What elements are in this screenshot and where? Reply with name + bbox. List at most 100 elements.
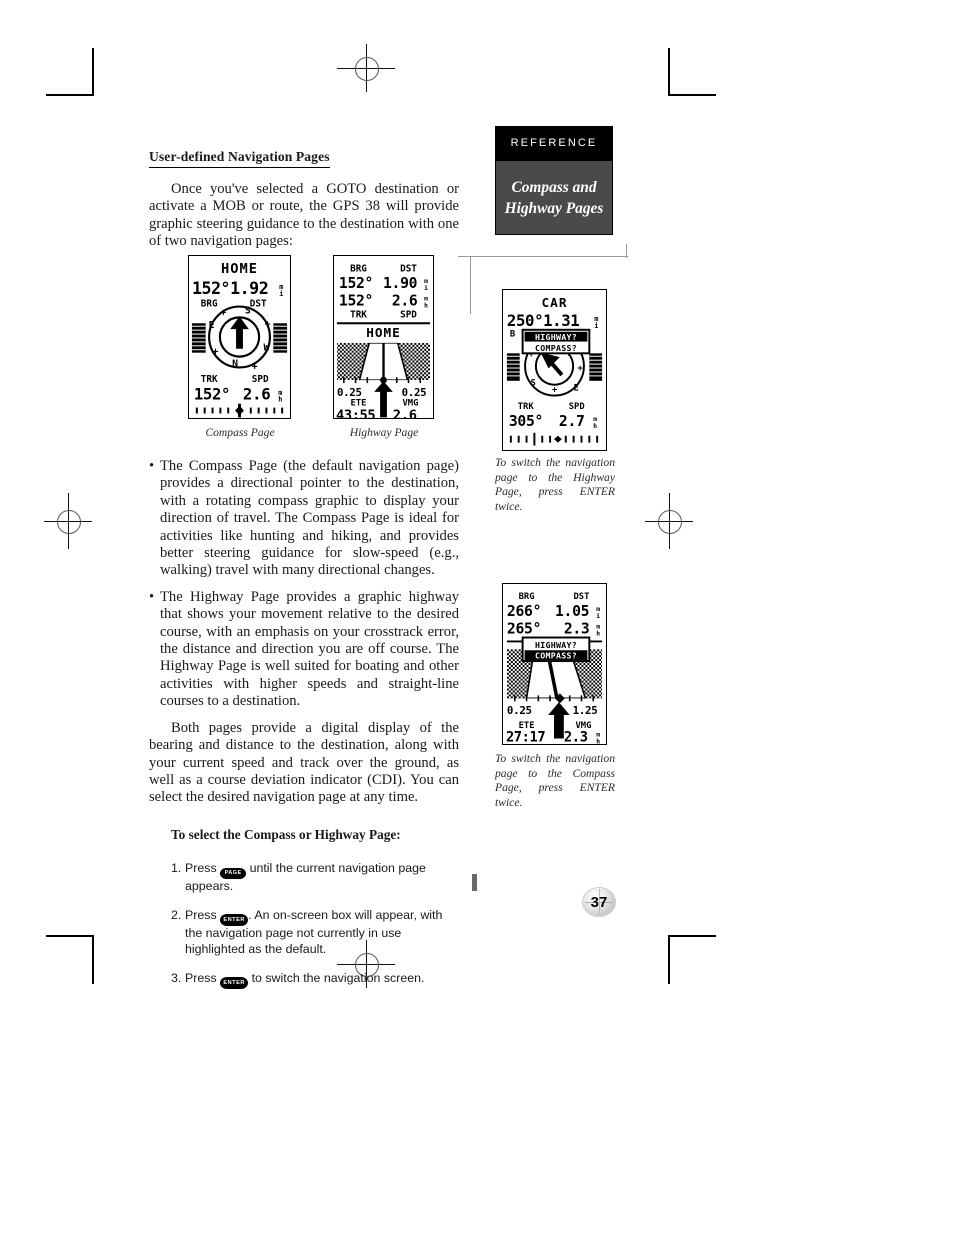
svg-text:2.3: 2.3 (564, 621, 590, 638)
svg-text:N: N (232, 358, 238, 369)
step-number: 3. (171, 971, 182, 986)
crop-mark-bottom-left-h (46, 935, 94, 937)
sidebar-highway-caption: To switch the navigation page to the Com… (495, 752, 615, 809)
sidebar-highway-lcd: BRG DST 266° 1.05 m i 265° 2.3 m h 0.25 … (506, 592, 603, 744)
svg-text:DST: DST (250, 299, 267, 310)
svg-text:SPD: SPD (252, 374, 269, 385)
registration-mark-left (44, 493, 92, 549)
svg-text:SPD: SPD (400, 309, 417, 320)
enter-key-icon[interactable]: ENTER (220, 977, 249, 990)
bullet-text: The Compass Page (the default navigation… (160, 458, 459, 579)
sidebar-compass-lcd: CAR 250°1.31 m i B N S E + (506, 296, 603, 446)
crop-mark-bottom-right-v (668, 936, 670, 984)
svg-text:S: S (245, 305, 251, 316)
bullet-icon: • (149, 588, 155, 605)
svg-text:DST: DST (400, 263, 417, 274)
svg-text:COMPASS?: COMPASS? (535, 343, 577, 353)
crop-mark-top-left-v (92, 48, 94, 96)
sidebar: REFERENCE Compass and Highway Pages (495, 126, 615, 235)
svg-text:0.25: 0.25 (507, 704, 532, 717)
procedure-steps: 1. Press PAGE until the current navigati… (149, 861, 459, 990)
list-item: • The Compass Page (the default navigati… (149, 458, 459, 580)
compass-page-lcd: HOME 152°1.92 m i BRG DST E N W S + + + … (191, 261, 288, 418)
svg-text:2.6: 2.6 (393, 407, 417, 418)
svg-text:h: h (596, 630, 600, 638)
svg-text:266°: 266° (507, 603, 541, 620)
svg-text:CAR: CAR (542, 296, 568, 311)
svg-text:W: W (264, 343, 270, 354)
svg-text:HIGHWAY?: HIGHWAY? (535, 332, 577, 342)
svg-text:DST: DST (574, 592, 590, 602)
svg-text:TRK: TRK (350, 309, 367, 320)
svg-text:305°: 305° (509, 413, 543, 430)
svg-text:B: B (510, 330, 515, 340)
crop-mark-bottom-left-v (92, 936, 94, 984)
procedure-heading: To select the Compass or Highway Page: (171, 826, 401, 842)
svg-text:BRG: BRG (519, 592, 535, 602)
svg-text:TRK: TRK (518, 402, 535, 412)
topic-title-line2: Highway Pages (504, 199, 604, 217)
crop-mark-top-left-h (46, 94, 94, 96)
svg-text:i: i (424, 284, 428, 292)
svg-text:i: i (596, 612, 600, 620)
closing-paragraph: Both pages provide a digital display of … (149, 719, 459, 806)
svg-text:+: + (265, 319, 271, 330)
svg-text:27:17: 27:17 (506, 729, 545, 744)
figure-sidebar-compass-screen: CAR 250°1.31 m i B N S E + (502, 289, 607, 451)
svg-text:2.7: 2.7 (559, 413, 585, 430)
step-press-label: Press (185, 860, 217, 875)
svg-text:SPD: SPD (569, 402, 585, 412)
sidebar-compass-caption: To switch the navigation page to the Hig… (495, 456, 615, 513)
svg-text:+: + (220, 307, 226, 318)
svg-text:1.90: 1.90 (383, 275, 417, 292)
page-key-icon[interactable]: PAGE (220, 867, 247, 879)
topic-title-line1: Compass and (511, 178, 597, 196)
svg-text:i: i (279, 290, 283, 298)
svg-text:i: i (594, 322, 598, 330)
svg-text:152°: 152° (339, 293, 373, 310)
svg-text:TRK: TRK (201, 374, 218, 385)
svg-text:HOME: HOME (366, 326, 401, 341)
svg-text:0.25: 0.25 (337, 386, 362, 399)
reference-tab-label: REFERENCE (510, 137, 598, 149)
sidebar-rule-top (458, 256, 628, 258)
svg-text:1.05: 1.05 (555, 603, 589, 620)
step-text: to switch the navigation screen. (248, 971, 425, 986)
figure-highway-page-screen: BRG DST 152° 1.90 m i 152° 2.6 m h TRK S… (333, 255, 434, 419)
svg-text:h: h (596, 737, 600, 744)
body-lower: • The Compass Page (the default navigati… (149, 458, 459, 1003)
highway-page-caption: Highway Page (349, 426, 419, 439)
crop-mark-top-right-v (668, 48, 670, 96)
svg-text:+: + (578, 364, 584, 374)
highway-page-lcd: BRG DST 152° 1.90 m i 152° 2.6 m h TRK S… (336, 263, 431, 418)
svg-text:BRG: BRG (201, 299, 218, 310)
margin-tick (472, 874, 477, 891)
manual-page: REFERENCE Compass and Highway Pages CAR … (0, 0, 954, 1235)
registration-mark-right (645, 493, 693, 549)
svg-text:h: h (593, 422, 597, 430)
step-press-label: Press (185, 971, 217, 986)
svg-text:152°1.92: 152°1.92 (192, 279, 268, 298)
svg-text:2.3: 2.3 (564, 729, 588, 744)
topic-tab[interactable]: Compass and Highway Pages (495, 160, 613, 235)
svg-text:43:55: 43:55 (336, 407, 375, 418)
enter-key-icon[interactable]: ENTER (220, 914, 249, 927)
step-number: 1. (171, 860, 182, 875)
svg-text:+: + (213, 347, 219, 358)
sidebar-rule-right (626, 244, 628, 258)
crop-mark-top-right-h (668, 94, 716, 96)
main-content: User-defined Navigation Pages Once you'v… (149, 148, 459, 251)
svg-text:BRG: BRG (350, 263, 367, 274)
svg-text:152°: 152° (339, 275, 373, 292)
list-item: 1. Press PAGE until the current navigati… (149, 861, 459, 895)
svg-text:h: h (278, 396, 282, 404)
svg-text:E: E (209, 320, 215, 331)
intro-paragraph: Once you've selected a GOTO destination … (149, 180, 459, 250)
svg-text:1.25: 1.25 (573, 704, 598, 717)
svg-text:+: + (252, 361, 258, 372)
svg-text:h: h (424, 302, 428, 310)
svg-text:0.25: 0.25 (402, 386, 427, 399)
svg-text:2.6: 2.6 (392, 293, 418, 310)
sidebar-rule-left (470, 256, 472, 314)
reference-tab[interactable]: REFERENCE (495, 126, 613, 160)
